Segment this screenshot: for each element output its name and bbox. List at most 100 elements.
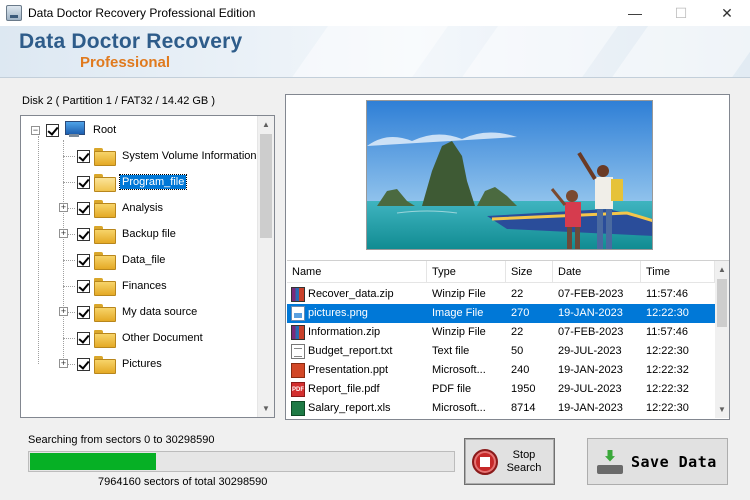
xls-file-icon	[291, 401, 305, 416]
table-row[interactable]: Salary_report.xls Microsoft... 8714 19-JAN-…	[287, 399, 715, 418]
download-icon	[597, 449, 623, 475]
cell-name: Salary_report.xls	[308, 402, 391, 414]
cell-name: pictures.png	[308, 307, 368, 319]
column-time[interactable]: Time	[641, 261, 715, 283]
tree-item-label[interactable]: Finances	[120, 279, 169, 293]
maximize-button[interactable]: ☐	[658, 0, 704, 26]
folder-tree[interactable]: − Root System Volume Information Program_…	[20, 115, 275, 418]
tree-item-checkbox[interactable]	[77, 201, 90, 215]
tree-item-label[interactable]: Program_file	[118, 174, 188, 190]
cell-date: 19-JAN-2023	[558, 307, 623, 319]
cell-type: Microsoft...	[432, 364, 486, 376]
tree-item[interactable]: + Pictures	[59, 353, 164, 375]
table-row[interactable]: Information.zip Winzip File 22 07-FEB-2023 1…	[287, 323, 715, 342]
cell-name: Report_file.pdf	[308, 383, 380, 395]
table-row[interactable]: Presentation.ppt Microsoft... 240 19-JAN-20…	[287, 361, 715, 380]
table-row[interactable]: pictures.png Image File 270 19-JAN-2023 12:2…	[287, 304, 715, 323]
column-name[interactable]: Name	[287, 261, 427, 283]
tree-item-label[interactable]: Other Document	[120, 331, 205, 345]
tree-item-checkbox[interactable]	[77, 227, 90, 241]
scroll-thumb[interactable]	[717, 279, 727, 327]
tree-item-label[interactable]: My data source	[120, 305, 199, 319]
column-type[interactable]: Type	[427, 261, 506, 283]
tree-item-checkbox[interactable]	[77, 357, 90, 371]
tree-item-checkbox[interactable]	[77, 253, 90, 267]
cell-date: 19-JAN-2023	[558, 364, 623, 376]
tree-item[interactable]: Program_file	[63, 171, 188, 193]
tree-item[interactable]: System Volume Information	[63, 145, 259, 167]
root-checkbox[interactable]	[46, 123, 59, 137]
cell-size: 22	[511, 288, 524, 300]
banner-title: Data Doctor Recovery	[19, 30, 243, 53]
cell-time: 11:57:46	[646, 288, 689, 300]
cell-type: Microsoft...	[432, 402, 486, 414]
tree-root[interactable]: − Root	[31, 119, 118, 141]
tree-root-label[interactable]: Root	[91, 123, 118, 137]
cell-name: Recover_data.zip	[308, 288, 394, 300]
tree-item-checkbox[interactable]	[77, 279, 90, 293]
zip-file-icon	[291, 325, 305, 340]
cell-size: 270	[511, 307, 530, 319]
tree-item[interactable]: Other Document	[63, 327, 205, 349]
tree-item[interactable]: + Analysis	[59, 197, 165, 219]
sectors-status: 7964160 sectors of total 30298590	[98, 476, 268, 488]
scroll-down-icon[interactable]: ▼	[715, 401, 729, 418]
expand-icon[interactable]: +	[59, 229, 68, 238]
list-scrollbar[interactable]: ▲ ▼	[715, 261, 729, 418]
stop-search-button[interactable]: Stop Search	[464, 438, 555, 485]
tree-item[interactable]: Data_file	[63, 249, 167, 271]
tree-item[interactable]: + Backup file	[59, 223, 178, 245]
table-row[interactable]: PDF Report_file.pdf PDF file 1950 29-JUL-202…	[287, 380, 715, 399]
table-row[interactable]: Recover_data.zip Winzip File 22 07-FEB-2023…	[287, 285, 715, 304]
cell-date: 19-JAN-2023	[558, 402, 623, 414]
tree-item-label[interactable]: Data_file	[120, 253, 167, 267]
expand-icon[interactable]: +	[59, 359, 68, 368]
scroll-thumb[interactable]	[260, 134, 272, 238]
expand-icon[interactable]: +	[59, 307, 68, 316]
tree-scrollbar[interactable]: ▲ ▼	[257, 116, 274, 417]
tree-item-checkbox[interactable]	[77, 149, 90, 163]
close-button[interactable]: ✕	[704, 0, 750, 26]
progress-bar	[28, 451, 455, 472]
cell-time: 12:22:30	[646, 307, 689, 319]
cell-size: 8714	[511, 402, 536, 414]
cell-time: 12:22:32	[646, 364, 689, 376]
minimize-button[interactable]: —	[612, 0, 658, 26]
cell-size: 1950	[511, 383, 536, 395]
column-date[interactable]: Date	[553, 261, 641, 283]
tree-item[interactable]: + My data source	[59, 301, 199, 323]
tree-item-checkbox[interactable]	[77, 175, 90, 189]
cell-name: Budget_report.txt	[308, 345, 393, 357]
zip-file-icon	[291, 287, 305, 302]
scroll-down-icon[interactable]: ▼	[258, 400, 274, 417]
cell-type: Winzip File	[432, 326, 486, 338]
folder-icon	[94, 226, 116, 244]
header-banner: Data Doctor Recovery Professional	[0, 26, 750, 78]
save-data-button[interactable]: Save Data	[587, 438, 728, 485]
app-icon	[6, 5, 22, 21]
cell-size: 240	[511, 364, 530, 376]
cell-type: Text file	[432, 345, 470, 357]
folder-open-icon	[94, 174, 116, 192]
cell-type: PDF file	[432, 383, 472, 395]
tree-item[interactable]: Finances	[63, 275, 169, 297]
file-list[interactable]: Name Type Size Date Time Recover_data.zi…	[287, 260, 729, 419]
folder-icon	[94, 304, 116, 322]
scroll-up-icon[interactable]: ▲	[715, 261, 729, 278]
table-row[interactable]: Budget_report.txt Text file 50 29-JUL-2023 1…	[287, 342, 715, 361]
tree-item-label[interactable]: Pictures	[120, 357, 164, 371]
collapse-icon[interactable]: −	[31, 125, 40, 135]
tree-item-checkbox[interactable]	[77, 305, 90, 319]
title-bar: Data Doctor Recovery Professional Editio…	[0, 0, 750, 26]
cell-time: 12:22:32	[646, 383, 689, 395]
tree-item-label[interactable]: Backup file	[120, 227, 178, 241]
tree-item-checkbox[interactable]	[77, 331, 90, 345]
ppt-file-icon	[291, 363, 305, 378]
column-size[interactable]: Size	[506, 261, 553, 283]
tree-item-label[interactable]: System Volume Information	[120, 149, 259, 163]
cell-name: Presentation.ppt	[308, 364, 389, 376]
tree-item-label[interactable]: Analysis	[120, 201, 165, 215]
stop-search-label: Stop Search	[506, 448, 542, 474]
scroll-up-icon[interactable]: ▲	[258, 116, 274, 133]
expand-icon[interactable]: +	[59, 203, 68, 212]
